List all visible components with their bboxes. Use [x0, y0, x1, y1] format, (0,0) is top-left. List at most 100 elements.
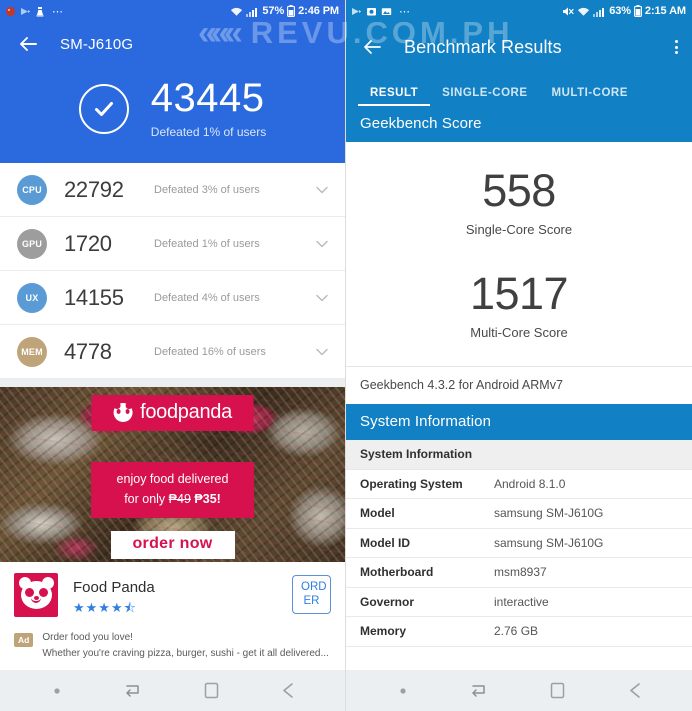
table-cell-key: Memory	[360, 624, 407, 639]
score-row[interactable]: UX 14155 Defeated 4% of users	[0, 271, 345, 325]
battery-percent-label: 57%	[262, 5, 285, 17]
keyboard-hide-icon[interactable]	[467, 678, 493, 704]
badge-gpu-icon: GPU	[17, 228, 47, 259]
app-install-card[interactable]: Food Panda ★★★★⯪ ORD ER Ad Order food yo…	[0, 562, 345, 673]
ad-old-price: ₱49	[168, 492, 191, 506]
rating-half-star: ⯪	[123, 600, 137, 615]
left-status-right: 57% 2:46 PM	[230, 5, 339, 17]
back-icon[interactable]	[622, 678, 648, 704]
table-cell-value: interactive	[494, 594, 549, 609]
table-header-label: System Information	[360, 447, 473, 462]
score-value: 14155	[64, 284, 124, 310]
panda-face-icon	[113, 402, 133, 422]
app-card-bottom: Ad Order food you love! Whether you're c…	[14, 630, 331, 661]
ad-offer-line1: enjoy food delivered	[116, 472, 229, 486]
total-score-subtitle: Defeated 1% of users	[150, 125, 267, 139]
battery-icon	[287, 5, 296, 17]
ad-offer-prefix: for only	[124, 492, 169, 506]
status-overflow-icon: ⋯	[52, 5, 64, 18]
keyboard-dot-icon[interactable]	[44, 678, 70, 704]
score-description: Defeated 1% of users	[154, 237, 260, 250]
clock-label: 2:15 AM	[644, 5, 686, 17]
panda-face-large-icon	[18, 577, 54, 609]
wifi-icon	[230, 6, 243, 17]
total-score-value: 43445	[150, 76, 265, 120]
table-row: Model samsung SM-J610G	[346, 499, 692, 529]
ad-new-price: ₱35!	[194, 492, 221, 506]
score-value: 1517	[469, 268, 569, 319]
app-name-label: Food Panda	[73, 579, 155, 596]
system-information-table: System Information Operating System Androi…	[346, 440, 692, 647]
ad-offer-line2: for only ₱49 ₱35!	[117, 489, 229, 509]
left-navigation-bar	[0, 670, 345, 711]
ad-desc-line2: Whether you're craving pizza, burger, su…	[42, 647, 329, 659]
geekbench-header: Benchmark Results RESULT SINGLE-CORE MULTI…	[346, 22, 692, 106]
panda-eyes	[116, 409, 130, 414]
score-row[interactable]: MEM 4778 Defeated 16% of users	[0, 325, 345, 379]
back-arrow-icon[interactable]	[16, 32, 40, 56]
chevron-down-icon[interactable]	[313, 343, 331, 361]
table-row: Memory 2.76 GB	[346, 617, 692, 647]
alarm-icon	[35, 6, 45, 17]
table-cell-value: samsung SM-J610G	[494, 535, 604, 550]
list-divider	[0, 379, 345, 387]
table-row: Governor interactive	[346, 588, 692, 617]
system-information-section-header: System Information	[346, 404, 692, 440]
badge-mem-icon: MEM	[17, 336, 47, 367]
table-cell-value: 2.76 GB	[494, 624, 539, 639]
keyboard-dot-icon[interactable]	[390, 678, 416, 704]
order-now-button[interactable]: order now	[110, 531, 235, 559]
recents-icon[interactable]	[198, 678, 224, 704]
table-cell-key: Model	[360, 506, 395, 521]
table-row: Model ID samsung SM-J610G	[346, 529, 692, 558]
geekbench-screen: ⋯ 63% 2:15 AM Benchmark Results RESULT S…	[346, 0, 692, 711]
ad-desc-line1: Order food you love!	[42, 632, 133, 643]
table-header-row: System Information	[346, 440, 692, 470]
left-status-bar: ⋯ 57% 2:46 PM	[0, 0, 345, 22]
tab-result[interactable]: RESULT	[358, 87, 431, 106]
app-notification-icon	[5, 6, 16, 17]
install-order-button[interactable]: ORD ER	[292, 575, 331, 614]
score-breakdown-list: CPU 22792 Defeated 3% of users GPU 1720 Defea…	[0, 163, 345, 379]
score-value: 558	[482, 165, 556, 216]
keyboard-hide-icon[interactable]	[121, 678, 147, 704]
wifi-icon	[577, 6, 590, 17]
score-block: 558 Single-Core Score	[346, 168, 692, 237]
overflow-menu-icon[interactable]	[675, 40, 678, 54]
antutu-header: SM-J610G 43445 Defeated 1% of users	[0, 22, 345, 163]
geekbench-toolbar: Benchmark Results	[346, 22, 692, 72]
tab-multi-core[interactable]: MULTI-CORE	[540, 87, 640, 106]
chevron-down-icon[interactable]	[313, 181, 331, 199]
antutu-screen: ⋯ 57% 2:46 PM SM-J610G 43445 Defeated 1%…	[0, 0, 346, 711]
score-block: 1517 Multi-Core Score	[346, 271, 692, 340]
screenshot-icon	[366, 6, 377, 17]
right-status-right: 63% 2:15 AM	[562, 5, 686, 17]
chevron-down-icon[interactable]	[313, 289, 331, 307]
table-row: Operating System Android 8.1.0	[346, 470, 692, 499]
back-icon[interactable]	[275, 678, 301, 704]
right-status-icons: ⋯	[351, 5, 411, 18]
chevron-down-icon[interactable]	[313, 235, 331, 253]
back-arrow-icon[interactable]	[360, 35, 384, 59]
badge-ux-icon: UX	[17, 282, 47, 313]
foodpanda-logo: foodpanda	[91, 395, 254, 431]
score-row[interactable]: CPU 22792 Defeated 3% of users	[0, 163, 345, 217]
recents-icon[interactable]	[545, 678, 571, 704]
tab-single-core[interactable]: SINGLE-CORE	[430, 87, 539, 106]
score-panel: 558 Single-Core Score 1517 Multi-Core Score	[346, 142, 692, 366]
device-title: SM-J610G	[60, 35, 134, 53]
score-value: 22792	[64, 176, 124, 202]
score-row[interactable]: GPU 1720 Defeated 1% of users	[0, 217, 345, 271]
table-cell-key: Model ID	[360, 535, 410, 550]
ad-description: Order food you love! Whether you're crav…	[42, 630, 329, 661]
table-cell-key: Motherboard	[360, 565, 434, 580]
foodpanda-app-icon	[14, 573, 58, 617]
signal-icon	[246, 6, 259, 17]
table-cell-value: samsung SM-J610G	[494, 506, 604, 521]
foodpanda-ad-banner[interactable]: foodpanda enjoy food delivered for only …	[0, 387, 345, 562]
right-status-bar: ⋯ 63% 2:15 AM	[346, 0, 692, 22]
screenshot-pair: ⋯ 57% 2:46 PM SM-J610G 43445 Defeated 1%…	[0, 0, 692, 711]
antutu-toolbar: SM-J610G	[0, 22, 345, 66]
score-description: Defeated 3% of users	[154, 183, 260, 196]
score-label: Multi-Core Score	[470, 325, 568, 340]
